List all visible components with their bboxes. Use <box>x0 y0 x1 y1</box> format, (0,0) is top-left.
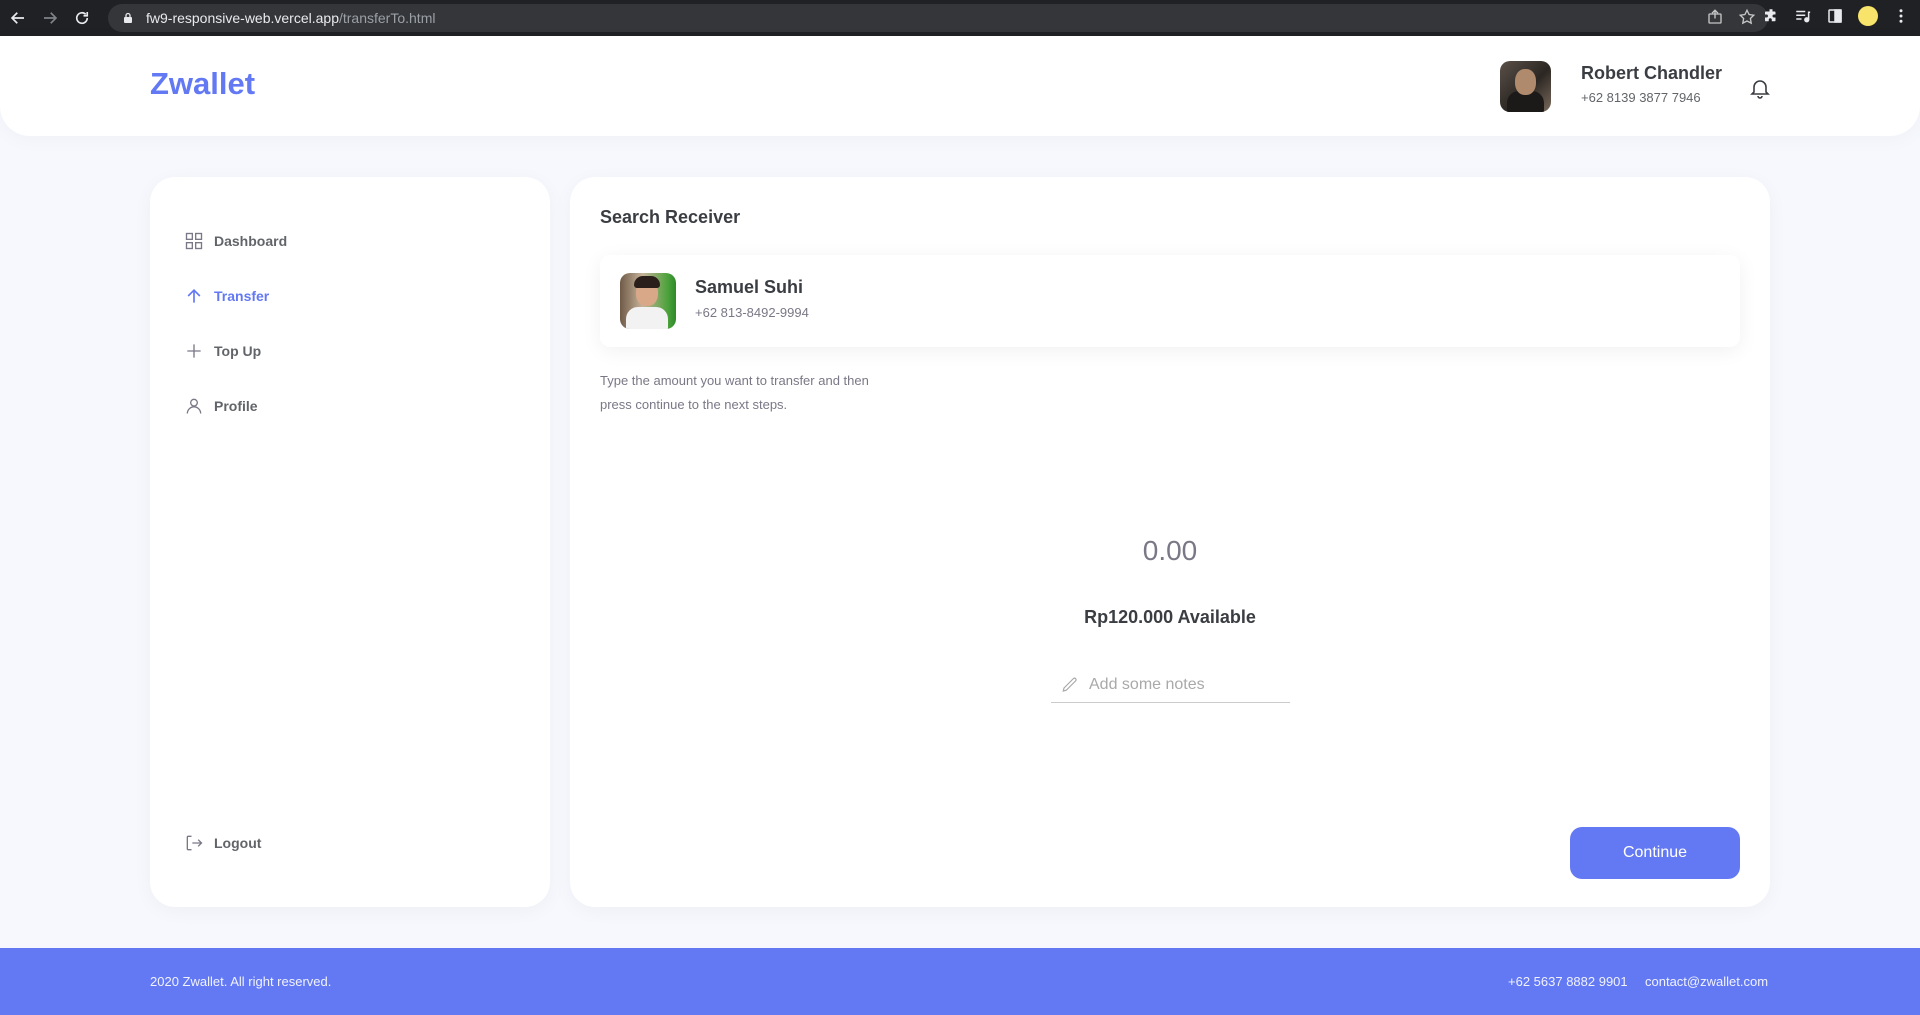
user-name: Robert Chandler <box>1581 63 1723 83</box>
more-icon[interactable] <box>1892 7 1910 25</box>
profile-avatar[interactable] <box>1858 6 1878 26</box>
receiver-card[interactable]: Samuel Suhi +62 813-8492-9994 <box>600 255 1740 347</box>
share-icon[interactable] <box>1706 8 1724 26</box>
transfer-panel: Search Receiver Samuel Suhi +62 813-8492… <box>570 177 1770 907</box>
bell-icon[interactable] <box>1748 76 1772 100</box>
back-button[interactable] <box>4 4 32 32</box>
sidebar-item-label: Dashboard <box>214 233 288 249</box>
footer-email[interactable]: contact@zwallet.com <box>1645 974 1768 989</box>
receiver-phone: +62 813-8492-9994 <box>695 305 809 320</box>
sidebar-item-transfer[interactable]: Transfer <box>184 282 269 310</box>
lock-icon <box>124 12 132 23</box>
arrow-right-icon <box>44 12 58 24</box>
forward-button[interactable] <box>36 4 64 32</box>
copyright-text: 2020 Zwallet. All right reserved. <box>150 974 332 989</box>
app-header: Zwallet Robert Chandler +62 8139 3877 79… <box>0 36 1920 136</box>
user-icon <box>186 398 202 414</box>
footer: 2020 Zwallet. All right reserved. +62 56… <box>0 948 1920 1015</box>
sidebar-item-dashboard[interactable]: Dashboard <box>184 227 287 255</box>
logo[interactable]: Zwallet <box>150 66 255 102</box>
media-control-icon[interactable] <box>1794 7 1812 25</box>
reload-button[interactable] <box>68 4 96 32</box>
side-panel-icon[interactable] <box>1826 7 1844 25</box>
logout-button[interactable]: Logout <box>184 829 261 857</box>
footer-phone: +62 5637 8882 9901 <box>1508 974 1628 989</box>
star-icon[interactable] <box>1738 8 1756 26</box>
logout-icon <box>186 835 203 851</box>
address-bar[interactable]: fw9-responsive-web.vercel.app/transferTo… <box>108 4 1768 32</box>
user-avatar[interactable] <box>1500 61 1551 112</box>
notes-input[interactable] <box>1089 675 1269 694</box>
sidebar-item-label: Profile <box>214 398 258 414</box>
sidebar-item-top-up[interactable]: Top Up <box>184 337 261 365</box>
transfer-instructions: Type the amount you want to transfer and… <box>600 373 869 412</box>
plus-icon <box>187 344 201 358</box>
sidebar: Dashboard Transfer Top Up Profile Logout <box>150 177 550 907</box>
sidebar-item-profile[interactable]: Profile <box>184 392 258 420</box>
extensions-icon[interactable] <box>1762 7 1780 25</box>
page-title: Search Receiver <box>600 207 741 227</box>
browser-toolbar: fw9-responsive-web.vercel.app/transferTo… <box>0 0 1920 36</box>
reload-icon <box>75 11 89 25</box>
user-phone: +62 8139 3877 7946 <box>1581 90 1701 105</box>
amount-input[interactable]: 0.00 <box>570 535 1770 567</box>
receiver-avatar <box>620 273 676 329</box>
receiver-name: Samuel Suhi <box>695 277 804 297</box>
notes-field[interactable] <box>1051 667 1290 703</box>
grid-icon <box>185 232 203 250</box>
continue-button[interactable]: Continue <box>1570 827 1740 879</box>
pencil-icon <box>1062 677 1077 692</box>
arrow-left-icon <box>10 12 24 24</box>
sidebar-item-label: Transfer <box>214 288 270 304</box>
arrow-up-icon <box>187 288 201 303</box>
available-balance: Rp120.000 Available <box>1084 607 1256 627</box>
url-path: /transferTo.html <box>338 10 436 26</box>
sidebar-item-label: Top Up <box>214 343 262 359</box>
logout-label: Logout <box>214 835 262 851</box>
url-host: fw9-responsive-web.vercel.app <box>146 10 339 26</box>
